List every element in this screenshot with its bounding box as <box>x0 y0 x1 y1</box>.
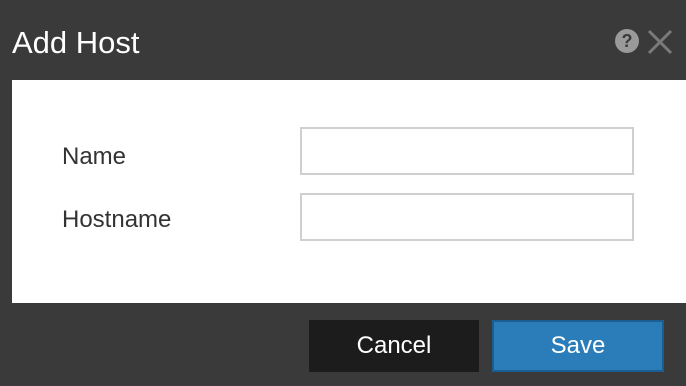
dialog-titlebar: Add Host ? <box>0 0 686 80</box>
cancel-button[interactable]: Cancel <box>309 320 479 372</box>
dialog-title: Add Host <box>12 25 140 60</box>
close-icon[interactable] <box>643 25 677 59</box>
dialog-body: Name Hostname <box>12 80 686 303</box>
name-label: Name <box>62 143 127 170</box>
help-icon[interactable]: ? <box>615 29 639 53</box>
add-host-dialog: Add Host ? Name Hostname Cancel Save <box>0 0 686 386</box>
name-input[interactable] <box>300 127 634 175</box>
hostname-input[interactable] <box>300 193 634 241</box>
save-button[interactable]: Save <box>492 320 664 372</box>
dialog-footer: Cancel Save <box>0 303 686 386</box>
hostname-label: Hostname <box>62 206 172 233</box>
